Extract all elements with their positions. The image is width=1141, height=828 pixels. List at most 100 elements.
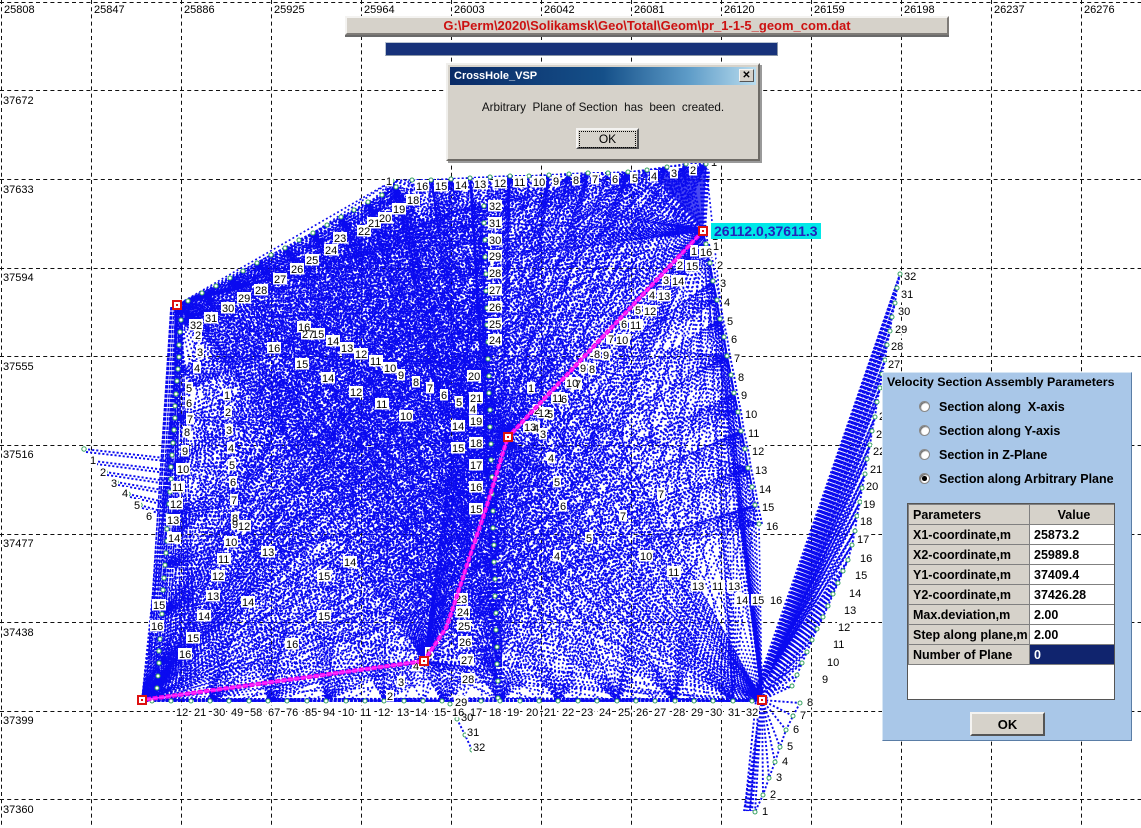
svg-text:26120: 26120 bbox=[724, 4, 755, 16]
svg-text:7: 7 bbox=[734, 353, 740, 365]
svg-text:26198: 26198 bbox=[904, 4, 935, 16]
svg-text:13: 13 bbox=[755, 465, 767, 477]
svg-text:7: 7 bbox=[427, 383, 433, 395]
svg-text:14: 14 bbox=[198, 611, 210, 623]
svg-text:20: 20 bbox=[526, 707, 538, 719]
svg-text:11: 11 bbox=[218, 554, 229, 566]
svg-text:2: 2 bbox=[717, 260, 723, 272]
svg-text:1: 1 bbox=[386, 176, 392, 188]
svg-text:28: 28 bbox=[489, 268, 501, 280]
svg-text:3: 3 bbox=[720, 278, 726, 290]
svg-text:2: 2 bbox=[100, 467, 106, 479]
svg-text:6: 6 bbox=[561, 394, 567, 406]
svg-text:6: 6 bbox=[793, 724, 799, 736]
svg-text:9: 9 bbox=[398, 370, 404, 382]
svg-text:5: 5 bbox=[632, 173, 638, 185]
svg-text:28: 28 bbox=[255, 285, 267, 297]
svg-text:4: 4 bbox=[782, 756, 788, 768]
svg-text:12: 12 bbox=[238, 521, 250, 533]
svg-text:15: 15 bbox=[686, 261, 698, 273]
svg-text:12: 12 bbox=[644, 306, 656, 318]
svg-text:5: 5 bbox=[134, 500, 140, 512]
svg-text:10: 10 bbox=[616, 335, 628, 347]
svg-text:27: 27 bbox=[302, 329, 314, 341]
svg-text:15: 15 bbox=[187, 633, 199, 645]
svg-text:1: 1 bbox=[691, 246, 697, 258]
svg-text:5: 5 bbox=[186, 383, 192, 395]
svg-text:37672: 37672 bbox=[3, 95, 34, 107]
svg-text:14: 14 bbox=[168, 533, 180, 545]
svg-text:13: 13 bbox=[474, 179, 486, 191]
svg-text:16: 16 bbox=[860, 553, 872, 565]
svg-text:12: 12 bbox=[494, 178, 506, 190]
svg-text:3: 3 bbox=[197, 347, 203, 359]
svg-text:2: 2 bbox=[387, 691, 393, 703]
svg-text:10: 10 bbox=[400, 411, 412, 423]
svg-text:7: 7 bbox=[800, 710, 806, 722]
svg-text:12: 12 bbox=[176, 707, 188, 719]
svg-text:30: 30 bbox=[213, 707, 225, 719]
svg-text:6: 6 bbox=[612, 174, 618, 186]
svg-text:2: 2 bbox=[677, 260, 683, 272]
svg-text:25808: 25808 bbox=[4, 4, 35, 16]
svg-text:16: 16 bbox=[179, 649, 191, 661]
svg-text:15: 15 bbox=[434, 707, 446, 719]
svg-text:12: 12 bbox=[170, 499, 182, 511]
svg-text:13: 13 bbox=[167, 515, 179, 527]
svg-text:49: 49 bbox=[231, 707, 243, 719]
svg-text:14: 14 bbox=[736, 595, 748, 607]
svg-text:5: 5 bbox=[787, 741, 793, 753]
svg-text:15: 15 bbox=[318, 611, 330, 623]
svg-text:19: 19 bbox=[393, 204, 405, 216]
svg-text:31: 31 bbox=[489, 218, 501, 230]
svg-text:25: 25 bbox=[306, 255, 318, 267]
svg-text:26: 26 bbox=[459, 637, 471, 649]
svg-text:30: 30 bbox=[489, 235, 501, 247]
svg-text:16: 16 bbox=[700, 247, 712, 259]
svg-text:3: 3 bbox=[776, 772, 782, 784]
svg-text:7: 7 bbox=[575, 379, 581, 391]
svg-text:3: 3 bbox=[671, 168, 677, 180]
svg-text:13: 13 bbox=[262, 547, 274, 559]
svg-text:24: 24 bbox=[599, 707, 611, 719]
svg-text:12: 12 bbox=[752, 446, 764, 458]
svg-text:20: 20 bbox=[468, 371, 480, 383]
svg-text:15: 15 bbox=[855, 570, 867, 582]
svg-text:27: 27 bbox=[274, 274, 286, 286]
svg-text:12: 12 bbox=[350, 387, 362, 399]
svg-text:14: 14 bbox=[849, 588, 861, 600]
svg-text:14: 14 bbox=[455, 180, 467, 192]
svg-text:9: 9 bbox=[603, 350, 609, 362]
svg-text:11: 11 bbox=[833, 639, 844, 651]
svg-text:26081: 26081 bbox=[634, 4, 665, 16]
svg-text:8: 8 bbox=[589, 364, 595, 376]
svg-text:18: 18 bbox=[489, 707, 501, 719]
svg-text:18: 18 bbox=[470, 438, 482, 450]
svg-text:22: 22 bbox=[358, 226, 370, 238]
svg-text:6: 6 bbox=[560, 501, 566, 513]
svg-text:13: 13 bbox=[341, 343, 353, 355]
svg-text:3: 3 bbox=[398, 677, 404, 689]
svg-text:21: 21 bbox=[470, 393, 482, 405]
svg-text:26003: 26003 bbox=[454, 4, 485, 16]
svg-text:17: 17 bbox=[470, 460, 482, 472]
svg-text:27: 27 bbox=[489, 285, 501, 297]
svg-text:28: 28 bbox=[462, 674, 474, 686]
svg-text:15: 15 bbox=[296, 359, 308, 371]
svg-text:14: 14 bbox=[759, 484, 771, 496]
svg-text:67: 67 bbox=[268, 707, 280, 719]
svg-text:15: 15 bbox=[318, 571, 330, 583]
svg-text:4: 4 bbox=[533, 423, 539, 435]
svg-text:15: 15 bbox=[470, 504, 482, 516]
svg-text:30: 30 bbox=[222, 303, 234, 315]
svg-text:4: 4 bbox=[470, 404, 476, 416]
svg-text:10: 10 bbox=[342, 707, 354, 719]
svg-text:16: 16 bbox=[452, 707, 464, 719]
svg-text:26276: 26276 bbox=[1084, 4, 1115, 16]
svg-text:26042: 26042 bbox=[544, 4, 575, 16]
svg-text:4: 4 bbox=[649, 290, 655, 302]
svg-text:7: 7 bbox=[592, 174, 598, 186]
svg-text:16: 16 bbox=[268, 343, 280, 355]
svg-text:1: 1 bbox=[528, 383, 534, 395]
svg-text:11: 11 bbox=[172, 482, 183, 494]
